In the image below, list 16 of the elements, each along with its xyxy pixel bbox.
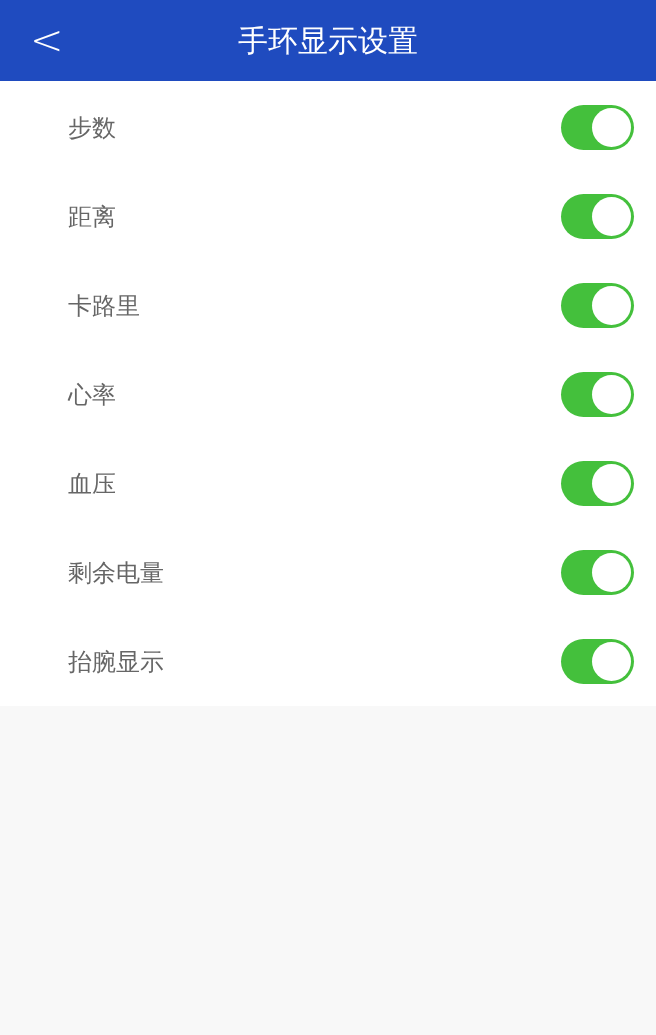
setting-label: 心率	[68, 379, 116, 411]
page-title: 手环显示设置	[238, 22, 418, 60]
setting-label: 抬腕显示	[68, 646, 164, 678]
setting-label: 剩余电量	[68, 557, 164, 589]
toggle-switch[interactable]	[561, 194, 634, 239]
toggle-switch[interactable]	[561, 283, 634, 328]
back-button[interactable]: <	[30, 18, 64, 62]
setting-label: 步数	[68, 112, 116, 144]
toggle-switch[interactable]	[561, 639, 634, 684]
setting-label: 血压	[68, 468, 116, 500]
setting-label: 距离	[68, 201, 116, 233]
toggle-switch[interactable]	[561, 105, 634, 150]
toggle-switch[interactable]	[561, 461, 634, 506]
toggle-switch[interactable]	[561, 372, 634, 417]
setting-label: 卡路里	[68, 290, 140, 322]
toggle-switch[interactable]	[561, 550, 634, 595]
